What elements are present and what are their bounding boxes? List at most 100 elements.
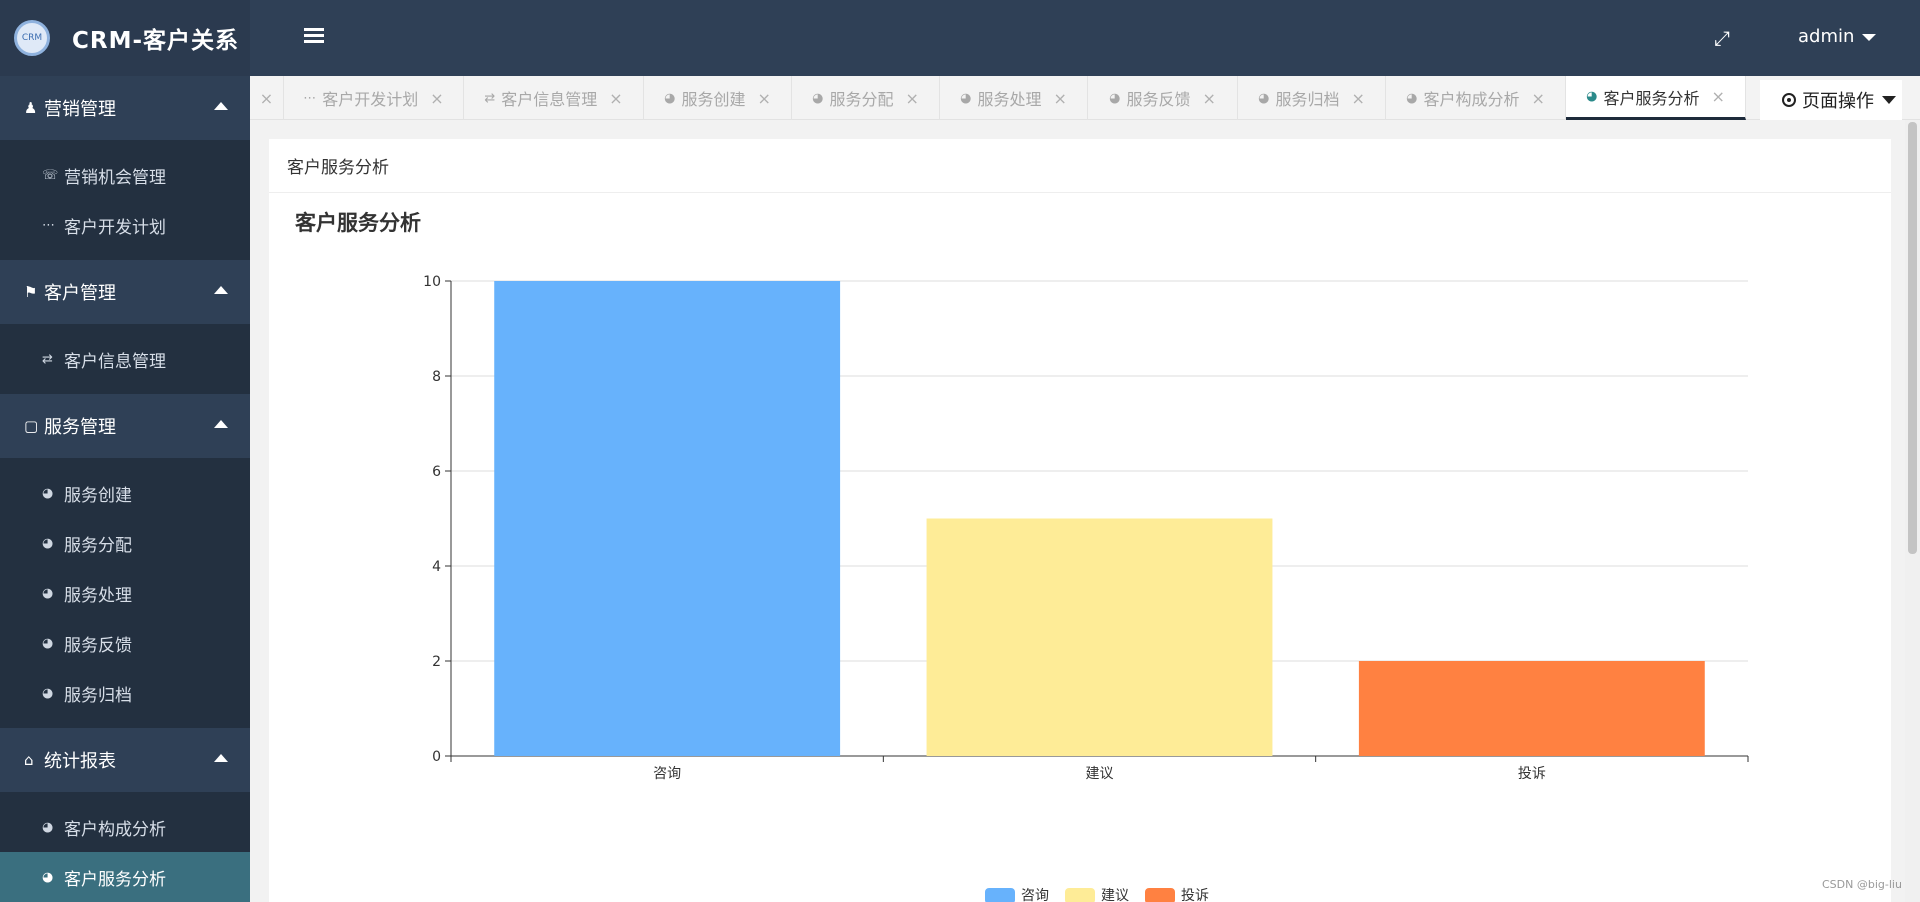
scrollbar-thumb[interactable] <box>1908 122 1917 554</box>
caret-up-icon <box>214 102 228 110</box>
watermark: CSDN @big-liu <box>1822 878 1902 891</box>
tab-label: 服务创建 <box>681 90 746 109</box>
tab-service-archive[interactable]: ◕ 服务归档 × <box>1238 76 1386 120</box>
user-menu[interactable]: admin <box>1798 26 1877 47</box>
sidebar: CRM CRM-客户关系 ♟ 营销管理 ☏ 营销机会管理 ⋯ 客户开发计划 ⚑ … <box>0 0 250 902</box>
dashboard-icon: ◕ <box>664 90 676 106</box>
y-tick-label: 4 <box>432 559 441 575</box>
phone-icon: ☏ <box>42 167 59 183</box>
sidebar-item-label: 服务反馈 <box>64 635 132 656</box>
sidebar-item-service-handle[interactable]: ◕ 服务处理 <box>0 568 250 618</box>
exchange-icon: ⇄ <box>42 351 53 367</box>
tab-service-create[interactable]: ◕ 服务创建 × <box>644 76 792 120</box>
fullscreen-icon[interactable]: ⤢ <box>1714 26 1730 50</box>
dashboard-icon: ◕ <box>1109 90 1121 106</box>
dashboard-icon: ◕ <box>42 635 54 651</box>
close-icon[interactable]: × <box>1351 89 1364 108</box>
sidebar-group-items: ☏ 营销机会管理 ⋯ 客户开发计划 <box>0 140 250 260</box>
dashboard-icon: ◕ <box>1586 89 1598 104</box>
tab-label: 客户开发计划 <box>322 90 419 109</box>
close-icon[interactable]: × <box>1202 89 1215 108</box>
tab-dev-plan[interactable]: ⋯ 客户开发计划 × <box>284 76 464 120</box>
brand[interactable]: CRM CRM-客户关系 <box>0 0 250 76</box>
sidebar-group-label: 统计报表 <box>44 751 116 772</box>
sidebar-item-label: 服务创建 <box>64 485 132 506</box>
legend-label: 咨询 <box>1021 888 1049 902</box>
caret-down-icon <box>1862 33 1877 41</box>
sidebar-group-label: 营销管理 <box>44 99 116 120</box>
sidebar-group-reports[interactable]: ⌂ 统计报表 <box>0 728 250 792</box>
legend-label: 建议 <box>1101 888 1129 902</box>
dashboard-icon: ◕ <box>1258 90 1270 106</box>
dashboard-icon: ◕ <box>42 819 54 835</box>
ellipsis-icon: ⋯ <box>42 217 55 233</box>
caret-up-icon <box>214 420 228 428</box>
sidebar-item-service-assign[interactable]: ◕ 服务分配 <box>0 518 250 568</box>
bar-1 <box>494 281 841 756</box>
bar-2 <box>926 518 1273 756</box>
user-name: admin <box>1798 26 1855 47</box>
close-icon[interactable]: × <box>609 89 622 108</box>
vertical-scrollbar[interactable] <box>1905 120 1920 902</box>
bar-chart: 0246810咨询 建议 投诉咨询 建议 投诉 <box>423 274 1749 902</box>
dashboard-icon: ◕ <box>1406 90 1418 106</box>
sidebar-item-label: 营销机会管理 <box>64 167 166 188</box>
y-tick-label: 2 <box>432 654 441 670</box>
sidebar-group-items: ◕ 服务创建 ◕ 服务分配 ◕ 服务处理 ◕ 服务反馈 ◕ 服务归档 <box>0 458 250 728</box>
sidebar-group-service[interactable]: ▢ 服务管理 <box>0 394 250 458</box>
sidebar-item-label: 客户信息管理 <box>64 351 166 372</box>
sidebar-group-customer[interactable]: ⚑ 客户管理 <box>0 260 250 324</box>
tab-label: 客户构成分析 <box>1423 90 1520 109</box>
sidebar-item-service-create[interactable]: ◕ 服务创建 <box>0 468 250 518</box>
sidebar-group-marketing[interactable]: ♟ 营销管理 <box>0 76 250 140</box>
close-icon[interactable]: × <box>905 89 918 108</box>
caret-down-icon <box>1882 96 1896 104</box>
close-icon[interactable]: × <box>430 89 443 108</box>
tab-label: 服务处理 <box>977 90 1042 109</box>
x-tick-label: 建议 <box>1086 766 1114 782</box>
tab-service-feedback[interactable]: ◕ 服务反馈 × <box>1088 76 1238 120</box>
tab-label: 服务反馈 <box>1126 90 1191 109</box>
y-tick-label: 10 <box>423 274 441 290</box>
sidebar-item-label: 客户服务分析 <box>64 869 166 890</box>
tab-customer-info[interactable]: ⇄ 客户信息管理 × <box>464 76 644 120</box>
sidebar-item-customer-service-analysis[interactable]: ◕ 客户服务分析 <box>0 852 250 902</box>
app-root: CRM CRM-客户关系 ♟ 营销管理 ☏ 营销机会管理 ⋯ 客户开发计划 ⚑ … <box>0 0 1920 902</box>
sidebar-item-customer-info[interactable]: ⇄ 客户信息管理 <box>0 334 250 384</box>
crm-logo-icon: CRM <box>14 20 50 56</box>
close-icon[interactable]: × <box>757 89 770 108</box>
y-tick-label: 6 <box>432 464 441 480</box>
sidebar-group-items: ⇄ 客户信息管理 <box>0 324 250 394</box>
close-icon[interactable]: × <box>1711 87 1724 106</box>
y-tick-label: 8 <box>432 369 441 385</box>
sidebar-item-customer-composition[interactable]: ◕ 客户构成分析 <box>0 802 250 852</box>
close-icon[interactable]: × <box>1053 89 1066 108</box>
tab-close-partial[interactable]: × <box>250 76 284 120</box>
target-icon <box>1782 93 1796 107</box>
sidebar-item-label: 服务归档 <box>64 685 132 706</box>
ellipsis-icon: ⋯ <box>303 90 317 106</box>
menu-toggle-icon[interactable] <box>304 28 324 46</box>
dashboard-icon: ◕ <box>42 535 54 551</box>
legend-swatch <box>1065 888 1095 902</box>
close-icon: × <box>259 88 274 108</box>
tab-customer-composition[interactable]: ◕ 客户构成分析 × <box>1386 76 1566 120</box>
dashboard-icon: ◕ <box>960 90 972 106</box>
x-tick-label: 咨询 <box>653 766 681 782</box>
sidebar-item-dev-plan[interactable]: ⋯ 客户开发计划 <box>0 200 250 250</box>
dashboard-icon: ◕ <box>812 90 824 106</box>
tab-service-handle[interactable]: ◕ 服务处理 × <box>940 76 1088 120</box>
caret-up-icon <box>214 754 228 762</box>
sidebar-group-items: ◕ 客户构成分析 ◕ 客户服务分析 <box>0 792 250 902</box>
sidebar-item-service-feedback[interactable]: ◕ 服务反馈 <box>0 618 250 668</box>
sidebar-item-sales-opportunity[interactable]: ☏ 营销机会管理 <box>0 150 250 200</box>
close-icon[interactable]: × <box>1531 89 1544 108</box>
sidebar-item-service-archive[interactable]: ◕ 服务归档 <box>0 668 250 718</box>
page-operations-dropdown[interactable]: 页面操作 <box>1760 80 1902 120</box>
dashboard-icon: ◕ <box>42 585 54 601</box>
dashboard-icon: ◕ <box>42 485 54 501</box>
legend-swatch <box>985 888 1015 902</box>
tab-customer-service-analysis[interactable]: ◕ 客户服务分析 × <box>1566 76 1746 120</box>
tab-service-assign[interactable]: ◕ 服务分配 × <box>792 76 940 120</box>
sidebar-item-label: 客户开发计划 <box>64 217 166 238</box>
